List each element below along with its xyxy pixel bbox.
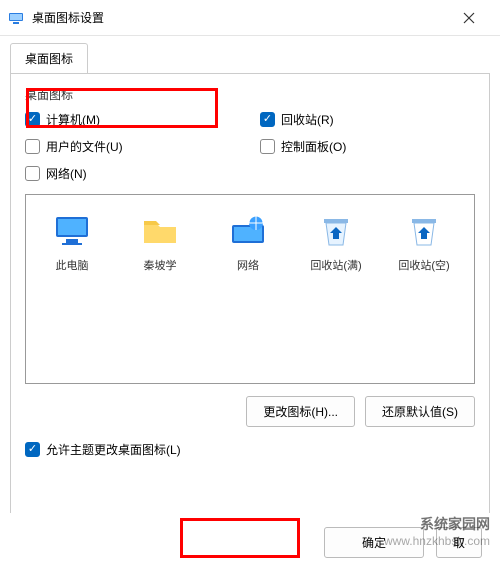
icon-recyclebin-full[interactable]: 回收站(满) <box>300 211 372 273</box>
close-button[interactable] <box>446 2 492 34</box>
check-label: 控制面板(O) <box>281 138 346 155</box>
monitor-icon <box>52 211 92 251</box>
checkbox-icon <box>260 139 275 154</box>
title-bar: 桌面图标设置 <box>0 0 500 36</box>
tab-strip: 桌面图标 <box>0 36 500 73</box>
check-label: 允许主题更改桌面图标(L) <box>46 441 181 458</box>
check-cpanel[interactable]: 控制面板(O) <box>260 138 475 155</box>
folder-icon <box>140 211 180 251</box>
recycle-full-icon <box>316 211 356 251</box>
window-title: 桌面图标设置 <box>32 9 446 26</box>
checkbox-icon <box>25 442 40 457</box>
check-label: 用户的文件(U) <box>46 138 123 155</box>
icon-buttons-row: 更改图标(H)... 还原默认值(S) <box>25 396 475 427</box>
check-allow-theme[interactable]: 允许主题更改桌面图标(L) <box>25 441 475 458</box>
cancel-button[interactable]: 取 <box>436 527 482 558</box>
tab-desktop-icons[interactable]: 桌面图标 <box>10 43 88 74</box>
network-icon <box>228 211 268 251</box>
check-userfiles[interactable]: 用户的文件(U) <box>25 138 240 155</box>
check-computer[interactable]: 计算机(M) <box>25 111 240 128</box>
icon-label: 此电脑 <box>36 257 108 273</box>
change-icon-button[interactable]: 更改图标(H)... <box>246 396 355 427</box>
icon-label: 回收站(满) <box>300 257 372 273</box>
icon-network[interactable]: 网络 <box>212 211 284 273</box>
icon-recyclebin-empty[interactable]: 回收站(空) <box>388 211 460 273</box>
group-label: 桌面图标 <box>25 86 475 103</box>
ok-button[interactable]: 确定 <box>324 527 424 558</box>
tab-panel: 桌面图标 计算机(M) 回收站(R) 用户的文件(U) 控制面板(O) 网络(N… <box>10 73 490 533</box>
icon-label: 秦坡学 <box>124 257 196 273</box>
icon-userfolder[interactable]: 秦坡学 <box>124 211 196 273</box>
check-label: 网络(N) <box>46 165 87 182</box>
checkbox-icon <box>25 166 40 181</box>
recycle-empty-icon <box>404 211 444 251</box>
restore-defaults-button[interactable]: 还原默认值(S) <box>365 396 475 427</box>
app-icon <box>8 10 24 26</box>
checkbox-icon <box>25 139 40 154</box>
check-label: 计算机(M) <box>46 111 100 128</box>
dialog-button-bar: 确定 取 <box>0 513 500 572</box>
icon-label: 网络 <box>212 257 284 273</box>
checkbox-icon <box>260 112 275 127</box>
check-label: 回收站(R) <box>281 111 334 128</box>
checkbox-grid: 计算机(M) 回收站(R) 用户的文件(U) 控制面板(O) 网络(N) <box>25 111 475 182</box>
icon-thispc[interactable]: 此电脑 <box>36 211 108 273</box>
icon-preview-list: 此电脑 秦坡学 网络 回收站(满) 回收站(空) <box>25 194 475 384</box>
checkbox-icon <box>25 112 40 127</box>
check-recycle[interactable]: 回收站(R) <box>260 111 475 128</box>
icon-label: 回收站(空) <box>388 257 460 273</box>
check-network[interactable]: 网络(N) <box>25 165 240 182</box>
